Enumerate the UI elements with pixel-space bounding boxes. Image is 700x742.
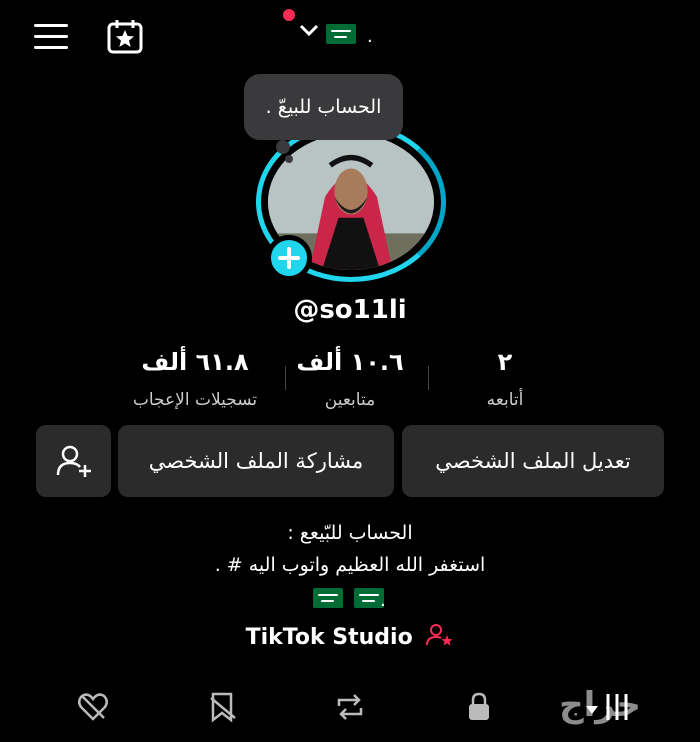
- tooltip-tail-small: [285, 155, 293, 163]
- stat-likes-label: تسجيلات الإعجاب: [132, 390, 258, 410]
- repost-icon[interactable]: [333, 690, 367, 724]
- stat-divider: [285, 366, 286, 390]
- share-profile-button[interactable]: مشاركة الملف الشخصي: [118, 425, 394, 497]
- edit-profile-button[interactable]: تعديل الملف الشخصي: [402, 425, 664, 497]
- bio-line-3: .: [380, 590, 386, 611]
- stat-likes-value: ٦١.٨ ألف: [141, 348, 249, 376]
- creator-star-icon: [426, 623, 454, 653]
- saudi-flag-icon: [326, 24, 356, 44]
- stat-following-label: أتابعه: [486, 390, 524, 410]
- add-story-button[interactable]: [266, 235, 312, 281]
- username: @so11li: [293, 295, 407, 325]
- liked-icon[interactable]: [76, 690, 110, 724]
- stat-followers[interactable]: ١٠.٦ ألف متابعين: [275, 348, 425, 410]
- watermark-logo: حراج: [559, 685, 641, 725]
- chevron-down-icon[interactable]: [298, 22, 320, 38]
- tiktok-studio-link[interactable]: TikTok Studio: [0, 623, 700, 653]
- saved-icon[interactable]: [205, 690, 239, 724]
- hamburger-menu-icon[interactable]: [34, 24, 68, 50]
- stat-likes[interactable]: ٦١.٨ ألف تسجيلات الإعجاب: [120, 348, 270, 410]
- bio-line-2: استغفر الله العظيم واتوب اليه # .: [214, 554, 486, 576]
- tooltip-text: الحساب للبيعّ .: [265, 96, 382, 118]
- stat-divider: [428, 366, 429, 390]
- stat-followers-value: ١٠.٦ ألف: [296, 348, 404, 376]
- calendar-star-icon[interactable]: [106, 18, 144, 54]
- bio-line-1: الحساب للبّيعع :: [287, 522, 413, 544]
- tiktok-studio-label: TikTok Studio: [245, 625, 413, 650]
- plus-icon: [278, 247, 300, 269]
- lock-icon[interactable]: [462, 690, 496, 724]
- saudi-flag-icon: [313, 588, 343, 608]
- bio-flags: [313, 588, 385, 612]
- notification-dot: [283, 9, 295, 21]
- top-dot-text: .: [367, 26, 373, 47]
- stat-following[interactable]: ٢ أتابعه: [430, 348, 580, 410]
- add-user-icon: [56, 445, 91, 477]
- tooltip-tail: [276, 140, 290, 154]
- stat-following-value: ٢: [497, 348, 513, 376]
- stat-followers-label: متابعين: [324, 390, 376, 410]
- tooltip-bubble[interactable]: الحساب للبيعّ .: [244, 74, 403, 140]
- add-friend-button[interactable]: [36, 425, 111, 497]
